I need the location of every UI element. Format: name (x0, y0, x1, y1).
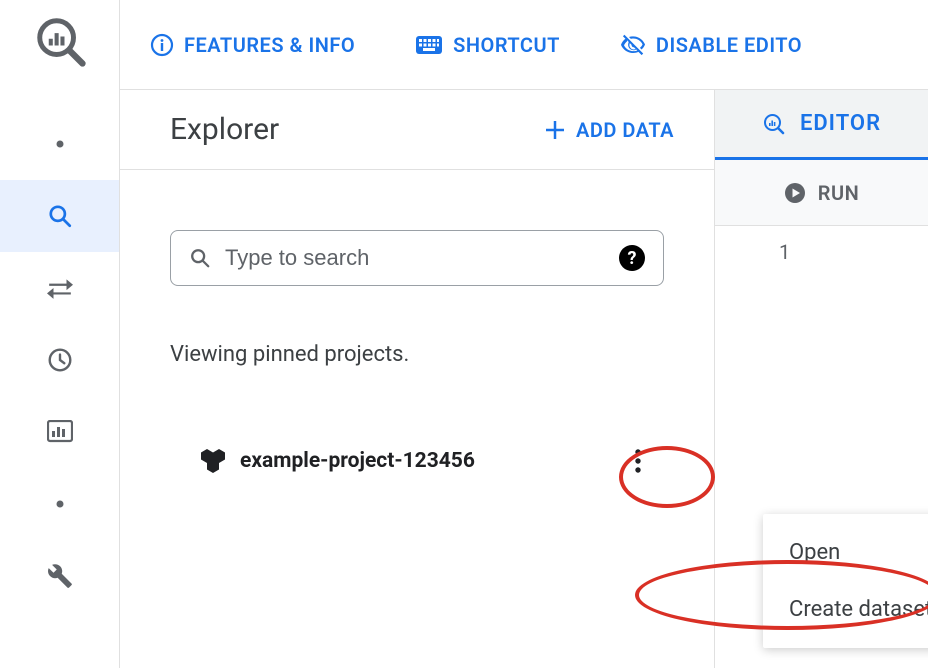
search-box[interactable]: ? (170, 230, 664, 286)
context-menu: Open Create dataset (763, 514, 928, 648)
shortcut-label: SHORTCUT (453, 33, 560, 57)
explorer-title: Explorer (170, 112, 279, 147)
search-icon (189, 247, 211, 269)
add-data-button[interactable]: ADD DATA (544, 118, 674, 142)
viewing-pinned-text: Viewing pinned projects. (170, 342, 664, 367)
sidebar-item-settings[interactable] (0, 540, 119, 612)
plus-icon (544, 119, 566, 141)
sidebar-item-history[interactable] (0, 324, 119, 396)
left-sidebar (0, 0, 120, 668)
disable-editor-label: DISABLE EDITO (656, 33, 802, 57)
search-input[interactable] (225, 245, 605, 271)
project-row[interactable]: example-project-123456 (170, 441, 664, 481)
play-icon (784, 182, 806, 204)
project-name: example-project-123456 (240, 449, 475, 473)
features-info-label: FEATURES & INFO (184, 33, 355, 57)
add-data-label: ADD DATA (576, 118, 674, 142)
context-menu-open[interactable]: Open (763, 524, 928, 581)
shortcut-button[interactable]: SHORTCUT (415, 33, 560, 57)
sidebar-item-search[interactable] (0, 180, 119, 252)
editor-line-number: 1 (715, 226, 928, 264)
visibility-off-icon (620, 32, 646, 58)
bigquery-editor-icon (762, 112, 786, 136)
bigquery-logo-icon (33, 14, 87, 68)
info-icon (150, 33, 174, 57)
more-vert-icon (635, 449, 641, 473)
keyboard-icon (415, 35, 443, 55)
run-button[interactable]: RUN (715, 160, 928, 226)
explorer-panel: Explorer ADD DATA (120, 90, 715, 668)
run-label: RUN (818, 181, 860, 205)
context-menu-create-dataset[interactable]: Create dataset (763, 581, 928, 638)
sidebar-item-dot-2[interactable] (0, 468, 119, 540)
help-icon[interactable]: ? (619, 245, 645, 271)
sidebar-item-dashboard[interactable] (0, 396, 119, 468)
features-info-button[interactable]: FEATURES & INFO (150, 33, 355, 57)
more-actions-button[interactable] (618, 441, 658, 481)
editor-tab[interactable]: EDITOR (715, 90, 928, 160)
project-icon (200, 449, 226, 473)
sidebar-item-transfers[interactable] (0, 252, 119, 324)
disable-editor-button[interactable]: DISABLE EDITO (620, 32, 802, 58)
top-toolbar: FEATURES & INFO SHORTCUT DISABLE EDITO (120, 0, 928, 90)
sidebar-item-dot-1[interactable] (0, 108, 119, 180)
editor-tab-label: EDITOR (800, 111, 881, 136)
